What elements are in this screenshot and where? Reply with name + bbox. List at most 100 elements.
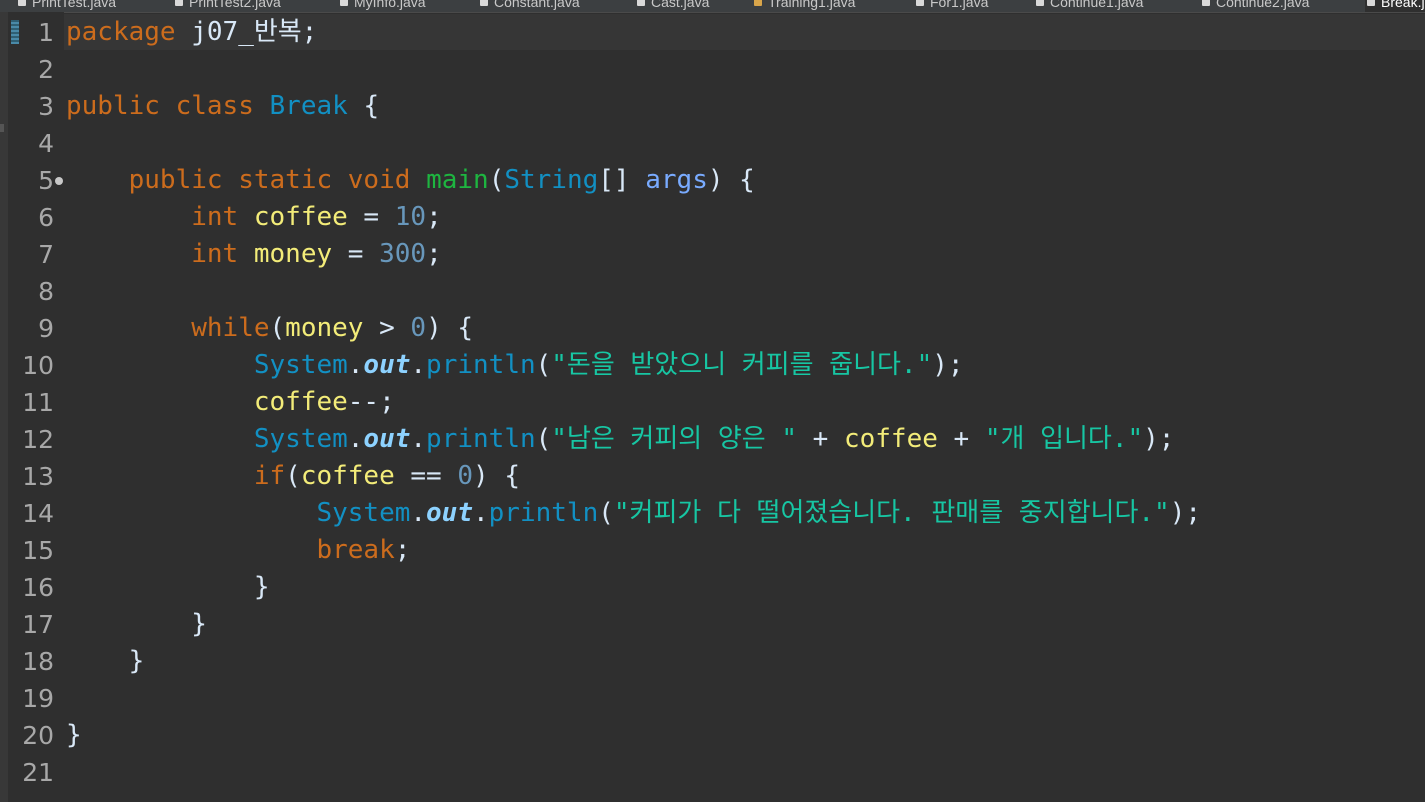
code-token: ( bbox=[535, 350, 552, 380]
tab-constant[interactable]: Constant.java bbox=[478, 0, 580, 12]
code-editor-area[interactable]: package j07_반복;public class Break { publ… bbox=[66, 14, 1425, 791]
code-line[interactable]: System.out.println("남은 커피의 양은 " + coffee… bbox=[66, 421, 1425, 458]
java-file-icon bbox=[637, 0, 645, 6]
code-line[interactable]: if(coffee == 0) { bbox=[66, 458, 1425, 495]
tab-break[interactable]: Break.java bbox=[1365, 0, 1425, 12]
tab-continue1[interactable]: Continue1.java bbox=[1034, 0, 1143, 12]
line-number-gutter[interactable]: 1 2 3 4 5 6 7 8 9 10 11 12 13 14 15 16 17 18 19 20 21 bbox=[8, 12, 64, 802]
tab-label: Break.java bbox=[1381, 0, 1425, 10]
java-file-icon bbox=[1367, 0, 1375, 6]
bookmark-marker-icon[interactable] bbox=[11, 20, 19, 44]
line-number: 17 bbox=[22, 610, 54, 639]
tab-training1[interactable]: Training1.java bbox=[752, 0, 855, 12]
line-number: 8 bbox=[38, 277, 54, 306]
code-line[interactable]: } bbox=[66, 606, 1425, 643]
code-token: j07_반복; bbox=[175, 17, 318, 47]
java-file-icon bbox=[1036, 0, 1044, 6]
code-line[interactable] bbox=[66, 754, 1425, 791]
code-line[interactable]: coffee--; bbox=[66, 384, 1425, 421]
line-number: 15 bbox=[22, 536, 54, 565]
code-line[interactable] bbox=[66, 680, 1425, 717]
code-token: 0 bbox=[457, 461, 474, 491]
code-token: } bbox=[66, 572, 270, 602]
java-editor-window: PrintTest.java PrintTest2.java MyInfo.java… bbox=[0, 0, 1425, 802]
code-token: 10 bbox=[394, 202, 427, 232]
tab-cast[interactable]: Cast.java bbox=[635, 0, 709, 12]
java-file-icon bbox=[18, 0, 26, 6]
code-line[interactable]: int coffee = 10; bbox=[66, 199, 1425, 236]
code-line[interactable] bbox=[66, 273, 1425, 310]
code-token: break bbox=[316, 535, 395, 565]
code-line[interactable]: System.out.println("커피가 다 떨어졌습니다. 판매를 중지… bbox=[66, 495, 1425, 532]
code-line[interactable]: public static void main(String[] args) { bbox=[66, 162, 1425, 199]
code-token: void bbox=[347, 165, 411, 195]
code-token: ); bbox=[1143, 424, 1175, 454]
code-line[interactable]: int money = 300; bbox=[66, 236, 1425, 273]
tab-printtest[interactable]: PrintTest.java bbox=[16, 0, 116, 12]
java-file-warning-icon bbox=[754, 0, 762, 6]
code-line[interactable]: while(money > 0) { bbox=[66, 310, 1425, 347]
code-line[interactable]: } bbox=[66, 569, 1425, 606]
line-number: 11 bbox=[22, 388, 54, 417]
tab-printtest2[interactable]: PrintTest2.java bbox=[173, 0, 281, 12]
code-token: == bbox=[394, 461, 458, 491]
code-line[interactable]: System.out.println("돈을 받았으니 커피를 줍니다."); bbox=[66, 347, 1425, 384]
code-token: { bbox=[347, 91, 380, 121]
line-number: 19 bbox=[22, 684, 54, 713]
code-token: ); bbox=[932, 350, 964, 380]
code-token: [] bbox=[598, 165, 646, 195]
code-token: . bbox=[410, 424, 427, 454]
tab-label: MyInfo.java bbox=[354, 0, 426, 10]
tab-for1[interactable]: For1.java bbox=[914, 0, 988, 12]
line-number: 5 bbox=[38, 166, 54, 195]
code-line[interactable]: break; bbox=[66, 532, 1425, 569]
code-token: System bbox=[253, 424, 348, 454]
code-token: int bbox=[191, 239, 239, 269]
code-line[interactable] bbox=[66, 51, 1425, 88]
code-token: System bbox=[316, 498, 411, 528]
code-token: System bbox=[253, 350, 348, 380]
code-token: --; bbox=[347, 387, 395, 417]
tab-myinfo[interactable]: MyInfo.java bbox=[338, 0, 426, 12]
line-number: 9 bbox=[38, 314, 54, 343]
code-line[interactable]: public class Break { bbox=[66, 88, 1425, 125]
java-file-icon bbox=[175, 0, 183, 6]
code-token: = bbox=[347, 202, 395, 232]
code-token: out bbox=[363, 350, 411, 380]
code-token: money bbox=[253, 239, 333, 269]
line-number: 4 bbox=[38, 129, 54, 158]
code-line[interactable] bbox=[66, 125, 1425, 162]
fold-toggle-icon[interactable] bbox=[55, 177, 63, 185]
line-number: 6 bbox=[38, 203, 54, 232]
editor-tab-bar: PrintTest.java PrintTest2.java MyInfo.java… bbox=[0, 0, 1425, 13]
tab-label: Training1.java bbox=[768, 0, 856, 10]
code-token: coffee bbox=[253, 202, 348, 232]
code-token: int bbox=[191, 202, 239, 232]
line-number: 3 bbox=[38, 92, 54, 121]
code-line[interactable]: } bbox=[66, 717, 1425, 754]
code-token: ) { bbox=[426, 313, 474, 343]
code-line[interactable]: package j07_반복; bbox=[66, 14, 1425, 51]
code-line[interactable]: } bbox=[66, 643, 1425, 680]
code-token: . bbox=[347, 424, 364, 454]
code-token: . bbox=[410, 350, 427, 380]
line-number: 20 bbox=[22, 721, 54, 750]
code-token: out bbox=[426, 498, 473, 528]
tab-label: PrintTest2.java bbox=[189, 0, 281, 10]
java-file-icon bbox=[1202, 0, 1210, 6]
code-token: main bbox=[426, 165, 489, 195]
code-token: 0 bbox=[410, 313, 427, 343]
code-token: + bbox=[797, 424, 844, 454]
tab-continue2[interactable]: Continue2.java bbox=[1200, 0, 1309, 12]
